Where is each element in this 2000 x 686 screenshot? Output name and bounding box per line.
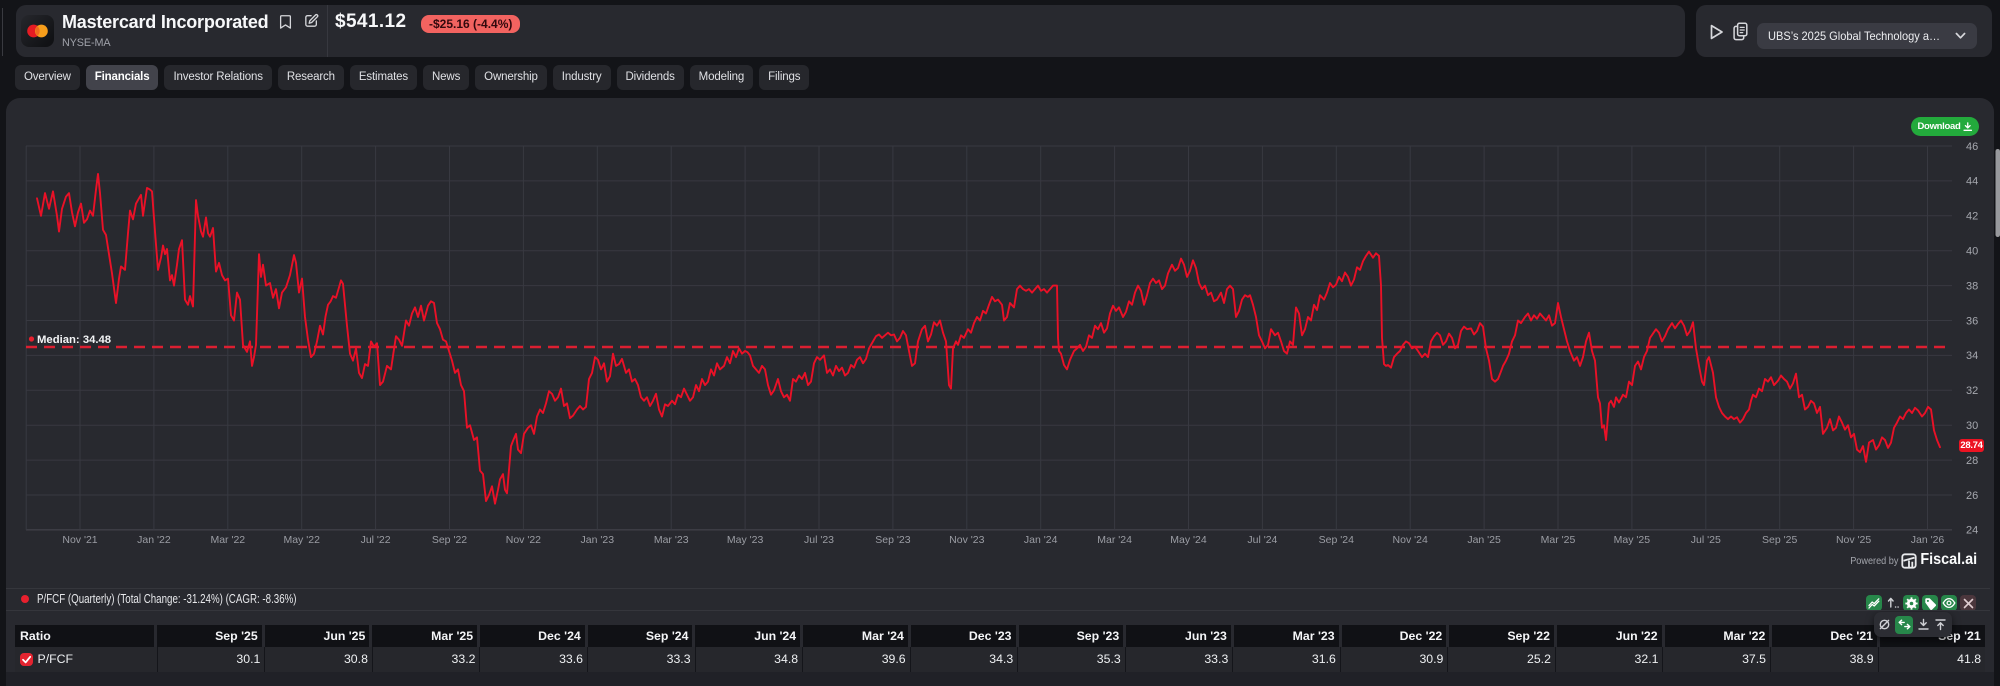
svg-text:May '24: May '24 [1170,534,1207,546]
svg-text:36: 36 [1966,315,1978,327]
svg-text:44: 44 [1966,176,1978,188]
svg-text:Nov '23: Nov '23 [949,534,984,546]
svg-text:26: 26 [1966,490,1978,502]
svg-text:Nov '21: Nov '21 [62,534,97,546]
svg-text:34: 34 [1966,350,1978,362]
svg-text:Sep '23: Sep '23 [875,534,910,546]
svg-text:May '22: May '22 [283,534,320,546]
svg-text:24: 24 [1966,525,1978,537]
svg-text:42: 42 [1966,211,1978,223]
svg-text:46: 46 [1966,141,1978,153]
svg-text:May '23: May '23 [727,534,764,546]
svg-text:Jan '25: Jan '25 [1467,534,1501,546]
svg-text:Mar '22: Mar '22 [210,534,245,546]
svg-text:30: 30 [1966,420,1978,432]
svg-text:38: 38 [1966,280,1978,292]
svg-text:40: 40 [1966,246,1978,258]
svg-text:Jan '23: Jan '23 [581,534,615,546]
svg-text:32: 32 [1966,385,1978,397]
svg-text:Jan '26: Jan '26 [1911,534,1945,546]
svg-text:Jul '23: Jul '23 [804,534,834,546]
svg-text:Sep '24: Sep '24 [1319,534,1354,546]
svg-text:Sep '22: Sep '22 [432,534,467,546]
svg-text:Jan '22: Jan '22 [137,534,171,546]
svg-text:Nov '22: Nov '22 [506,534,541,546]
svg-text:Nov '25: Nov '25 [1836,534,1871,546]
svg-text:May '25: May '25 [1614,534,1651,546]
svg-text:Mar '25: Mar '25 [1541,534,1576,546]
svg-text:28: 28 [1966,455,1978,467]
svg-text:Jul '24: Jul '24 [1247,534,1277,546]
svg-text:Mar '24: Mar '24 [1097,534,1132,546]
svg-text:Nov '24: Nov '24 [1393,534,1428,546]
svg-text:Jan '24: Jan '24 [1024,534,1058,546]
svg-text:Jul '22: Jul '22 [361,534,391,546]
svg-text:Jul '25: Jul '25 [1691,534,1721,546]
svg-text:Mar '23: Mar '23 [654,534,689,546]
svg-text:Median: 34.48: Median: 34.48 [37,334,111,346]
svg-text:Sep '25: Sep '25 [1762,534,1797,546]
